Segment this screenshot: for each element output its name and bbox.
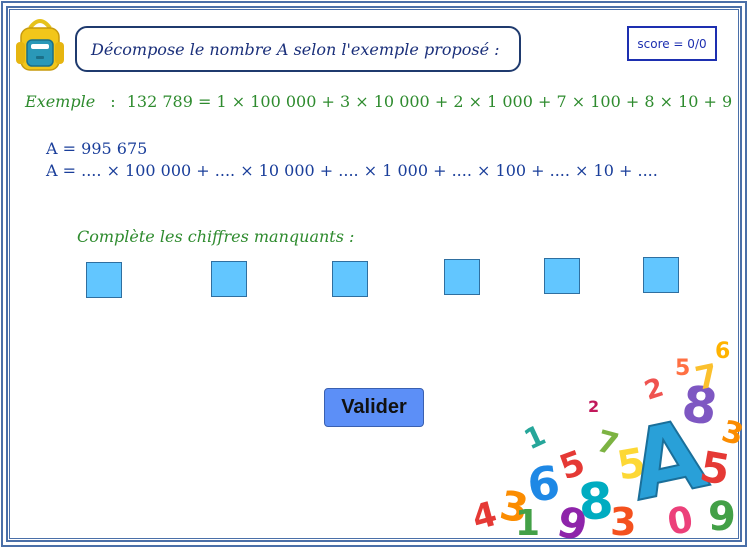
complete-instruction: Complète les chiffres manquants :	[77, 227, 355, 246]
example-line: Exemple : 132 789 = 1 × 100 000 + 3 × 10…	[25, 92, 732, 111]
answer-box-4[interactable]	[444, 259, 480, 295]
svg-text:4: 4	[470, 494, 501, 539]
svg-text:9: 9	[708, 494, 736, 540]
backpack-icon	[16, 19, 64, 71]
example-expression: 132 789 = 1 × 100 000 + 3 × 10 000 + 2 ×…	[126, 92, 733, 111]
answer-box-6[interactable]	[643, 257, 679, 293]
answer-box-5[interactable]	[544, 258, 580, 294]
example-label: Exemple	[25, 92, 96, 111]
score-label: score = 0/0	[637, 36, 707, 51]
svg-text:1: 1	[519, 418, 551, 456]
svg-text:2: 2	[641, 373, 667, 407]
svg-text:3: 3	[610, 500, 636, 540]
score-box: score = 0/0	[627, 26, 717, 61]
svg-text:2: 2	[588, 397, 599, 416]
instruction-title-box: Décompose le nombre A selon l'exemple pr…	[75, 26, 521, 72]
answer-box-1[interactable]	[86, 262, 122, 298]
decomposition-template: A = .... × 100 000 + .... × 10 000 + ...…	[46, 161, 658, 180]
svg-text:3: 3	[718, 414, 742, 453]
example-separator: :	[110, 92, 116, 111]
page-title: Décompose le nombre A selon l'exemple pr…	[91, 39, 500, 59]
number-a: A = 995 675	[46, 139, 148, 158]
answer-box-2[interactable]	[211, 261, 247, 297]
svg-text:6: 6	[524, 455, 563, 513]
numbers-pile-image: 4 3 1 6 9 5 8 2 7 3 5 A 2 5 8 7 6 5 9 0 …	[470, 339, 742, 540]
svg-text:6: 6	[715, 339, 730, 364]
validate-button[interactable]: Valider	[324, 388, 424, 427]
answer-box-3[interactable]	[332, 261, 368, 297]
